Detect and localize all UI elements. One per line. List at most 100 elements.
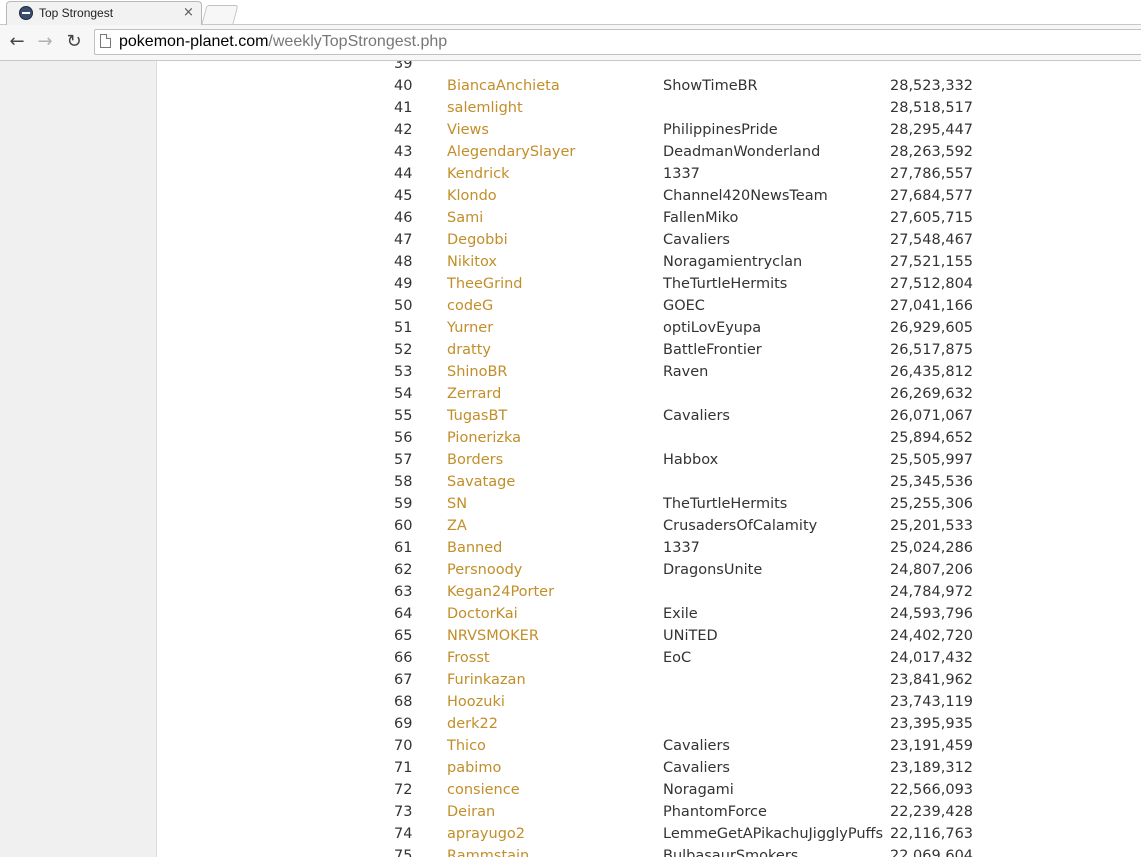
score-cell: 25,255,306 [890,496,974,512]
player-name-link[interactable]: Zerrard [447,383,501,405]
player-name-link[interactable]: Rammstain [447,845,529,857]
team-cell: Habbox [663,452,719,468]
table-row: 75 Rammstain BulbasaurSmokers 22,069,604 [158,845,1141,857]
score-cell: 22,239,428 [890,804,974,820]
close-icon[interactable]: × [183,5,194,20]
player-name-link[interactable]: BiancaAnchieta [447,75,560,97]
score-cell: 24,017,432 [890,650,974,666]
player-name-link[interactable]: Views [447,119,489,141]
rank-cell: 47 [394,232,413,248]
reload-icon[interactable]: ↻ [63,31,85,53]
url-host: pokemon-planet.com [119,33,269,50]
player-name-link[interactable]: codeG [447,295,493,317]
rank-cell: 74 [394,826,413,842]
rank-cell: 68 [394,694,413,710]
player-name-link[interactable]: Pionerizka [447,427,521,449]
score-cell: 23,191,459 [890,738,974,754]
table-row: 69 derk22 23,395,935 [158,713,1141,735]
player-name-link[interactable]: DoctorKai [447,603,518,625]
score-cell: 27,512,804 [890,276,974,292]
new-tab-button[interactable] [201,5,239,24]
left-sidebar [0,61,157,857]
rank-cell: 46 [394,210,413,226]
player-name-link[interactable]: Degobbi [447,229,508,251]
score-cell: 22,116,763 [890,826,974,842]
rank-cell: 62 [394,562,413,578]
table-row: 53 ShinoBR Raven 26,435,812 [158,361,1141,383]
leaderboard-table: 39 40 BiancaAnchieta ShowTimeBR 28,523,332 41… [158,61,1141,857]
table-row: 55 TugasBT Cavaliers 26,071,067 [158,405,1141,427]
table-row: 74 aprayugo2 LemmeGetAPikachuJigglyPuffs 22… [158,823,1141,845]
url-path: /weeklyTopStrongest.php [268,33,448,50]
player-name-link[interactable]: Yurner [447,317,493,339]
rank-cell: 51 [394,320,413,336]
player-name-link[interactable]: Frosst [447,647,490,669]
team-cell: TheTurtleHermits [663,496,788,512]
rank-cell: 64 [394,606,413,622]
team-cell: EoC [663,650,692,666]
arrow-right-icon[interactable]: → [34,31,56,53]
rank-cell: 75 [394,848,413,857]
table-row: 67 Furinkazan 23,841,962 [158,669,1141,691]
rank-cell: 40 [394,78,413,94]
table-row: 71 pabimo Cavaliers 23,189,312 [158,757,1141,779]
address-bar[interactable]: pokemon-planet.com/weeklyTopStrongest.ph… [94,29,1141,55]
score-cell: 27,786,557 [890,166,974,182]
rank-cell: 58 [394,474,413,490]
player-name-link[interactable]: TheeGrind [447,273,523,295]
arrow-left-icon[interactable]: ← [6,31,28,53]
team-cell: GOEC [663,298,705,314]
player-name-link[interactable]: Sami [447,207,483,229]
score-cell: 23,743,119 [890,694,974,710]
player-name-link[interactable]: ShinoBR [447,361,508,383]
score-cell: 27,605,715 [890,210,974,226]
player-name-link[interactable]: Thico [447,735,486,757]
rank-cell: 53 [394,364,413,380]
table-row: 46 Sami FallenMiko 27,605,715 [158,207,1141,229]
player-name-link[interactable]: SN [447,493,467,515]
score-cell: 26,517,875 [890,342,974,358]
player-name-link[interactable]: Furinkazan [447,669,526,691]
player-name-link[interactable]: Klondo [447,185,497,207]
rank-cell: 69 [394,716,413,732]
player-name-link[interactable]: derk22 [447,713,498,735]
player-name-link[interactable]: aprayugo2 [447,823,525,845]
player-name-link[interactable]: Banned [447,537,502,559]
team-cell: CrusadersOfCalamity [663,518,818,534]
table-row: 63 Kegan24Porter 24,784,972 [158,581,1141,603]
table-row: 49 TheeGrind TheTurtleHermits 27,512,804 [158,273,1141,295]
player-name-link[interactable]: NRVSMOKER [447,625,539,647]
score-cell: 28,263,592 [890,144,974,160]
score-cell: 24,807,206 [890,562,974,578]
player-name-link[interactable]: pabimo [447,757,501,779]
player-name-link[interactable]: Borders [447,449,503,471]
team-cell: optiLovEyupa [663,320,762,336]
rank-cell: 41 [394,100,413,116]
browser-tab[interactable]: Top Strongest × [6,1,202,25]
url-text[interactable]: pokemon-planet.com/weeklyTopStrongest.ph… [119,33,447,51]
score-cell: 26,435,812 [890,364,974,380]
player-name-link[interactable]: salemlight [447,97,523,119]
table-row: 52 dratty BattleFrontier 26,517,875 [158,339,1141,361]
score-cell: 22,566,093 [890,782,974,798]
player-name-link[interactable]: dratty [447,339,491,361]
player-name-link[interactable]: TugasBT [447,405,507,427]
team-cell: Exile [663,606,698,622]
player-name-link[interactable]: Persnoody [447,559,522,581]
score-cell: 27,041,166 [890,298,974,314]
player-name-link[interactable]: Savatage [447,471,515,493]
rank-cell: 50 [394,298,413,314]
player-name-link[interactable]: Hoozuki [447,691,505,713]
team-cell: FallenMiko [663,210,739,226]
team-cell: Cavaliers [663,738,730,754]
score-cell: 27,548,467 [890,232,974,248]
player-name-link[interactable]: Deiran [447,801,495,823]
player-name-link[interactable]: Kendrick [447,163,509,185]
player-name-link[interactable]: consience [447,779,520,801]
score-cell: 25,505,997 [890,452,974,468]
player-name-link[interactable]: Nikitox [447,251,497,273]
team-cell: Noragamientryclan [663,254,803,270]
player-name-link[interactable]: AlegendarySlayer [447,141,575,163]
player-name-link[interactable]: Kegan24Porter [447,581,554,603]
player-name-link[interactable]: ZA [447,515,467,537]
